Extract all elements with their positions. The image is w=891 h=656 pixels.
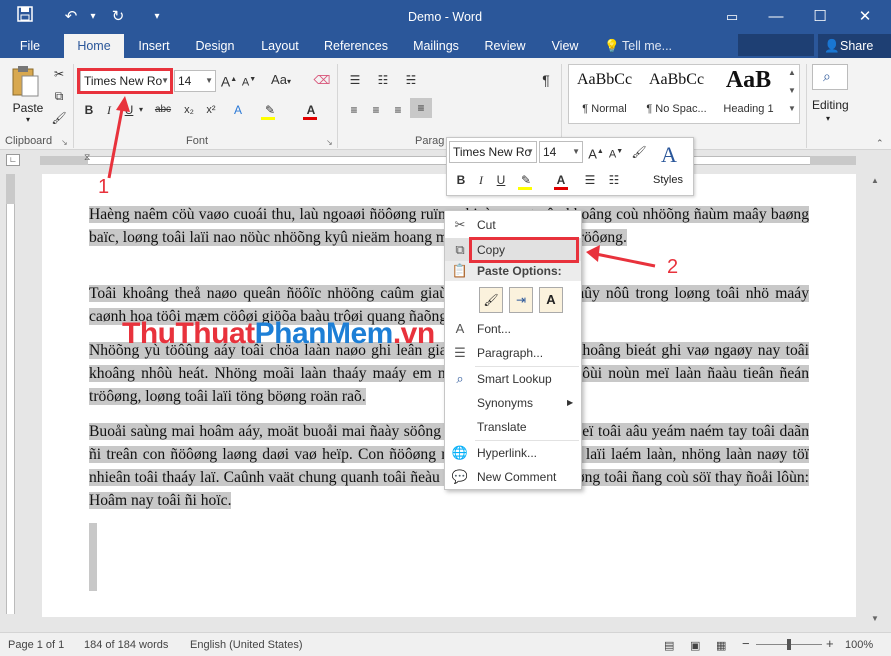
zoom-out-button[interactable]: − bbox=[742, 636, 750, 651]
print-layout-icon[interactable]: ▣ bbox=[690, 639, 700, 652]
arrow-1-head bbox=[116, 96, 130, 112]
web-layout-icon[interactable]: ▦ bbox=[716, 639, 726, 652]
word-count[interactable]: 184 of 184 words bbox=[84, 639, 168, 651]
status-bar: Page 1 of 1 184 of 184 words English (Un… bbox=[0, 632, 891, 656]
read-mode-icon[interactable]: ▤ bbox=[664, 639, 674, 652]
page-count[interactable]: Page 1 of 1 bbox=[8, 639, 64, 651]
annotation-arrows bbox=[0, 0, 891, 656]
zoom-in-button[interactable]: + bbox=[826, 636, 834, 651]
annotation-label-2: 2 bbox=[667, 256, 678, 279]
arrow-2-head bbox=[586, 245, 600, 262]
arrow-2-line bbox=[596, 254, 655, 266]
zoom-level[interactable]: 100% bbox=[845, 639, 873, 651]
language-indicator[interactable]: English (United States) bbox=[190, 639, 303, 651]
annotation-label-1: 1 bbox=[98, 176, 109, 199]
arrow-1-line bbox=[109, 104, 123, 178]
zoom-slider-thumb[interactable] bbox=[787, 639, 791, 650]
